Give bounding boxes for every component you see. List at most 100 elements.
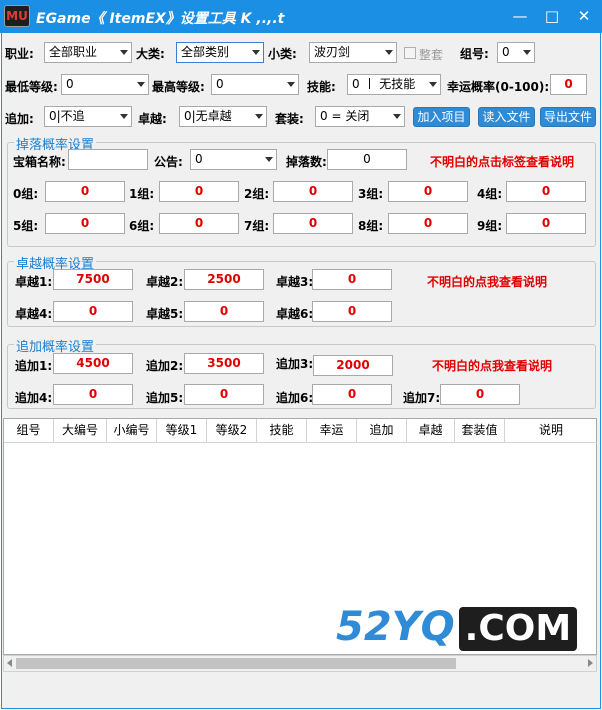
horizontal-scrollbar[interactable]	[3, 655, 597, 672]
watermark-part2: .COM	[458, 607, 578, 651]
addition-5-label[interactable]: 追加5:	[146, 389, 183, 406]
set-value: 0 = 关闭	[320, 109, 370, 123]
group-0-input[interactable]: 0	[45, 181, 125, 202]
set-label: 套装:	[275, 112, 304, 126]
set-select[interactable]: 0 = 关闭	[315, 106, 405, 127]
column-header-addition[interactable]: 追加	[357, 419, 407, 443]
close-icon[interactable]: ✕	[574, 7, 594, 25]
addition-select[interactable]: 0|不追	[44, 106, 132, 127]
group-7-label[interactable]: 7组:	[244, 217, 269, 234]
excellent-5-input[interactable]: 0	[184, 301, 264, 322]
max-level-select[interactable]: 0	[211, 74, 299, 95]
group-6-label[interactable]: 6组:	[129, 217, 154, 234]
scroll-left-arrow-icon[interactable]	[7, 659, 12, 667]
skill-select[interactable]: 0 丨 无技能	[347, 74, 441, 95]
min-level-select[interactable]: 0	[61, 74, 149, 95]
group-7-input[interactable]: 0	[273, 213, 353, 234]
excellent-help-note[interactable]: 不明白的点我查看说明	[427, 273, 547, 290]
read-file-button[interactable]: 读入文件	[478, 107, 535, 127]
excellent-3-input[interactable]: 0	[312, 269, 392, 290]
excellent-4-label[interactable]: 卓越4:	[15, 305, 52, 322]
addition-6-input[interactable]: 0	[312, 384, 392, 405]
excellent-2-label[interactable]: 卓越2:	[146, 273, 183, 290]
column-header-skill[interactable]: 技能	[257, 419, 307, 443]
addition-4-label[interactable]: 追加4:	[15, 389, 52, 406]
scroll-right-arrow-icon[interactable]	[588, 659, 593, 667]
addition-help-note[interactable]: 不明白的点我查看说明	[432, 357, 552, 374]
group-8-input[interactable]: 0	[388, 213, 468, 234]
group-2-input[interactable]: 0	[273, 181, 353, 202]
column-header-minor-id[interactable]: 小编号	[107, 419, 157, 443]
group-4-label[interactable]: 4组:	[477, 185, 502, 202]
excellent-1-input[interactable]: 7500	[53, 269, 133, 290]
column-header-luck[interactable]: 幸运	[307, 419, 357, 443]
job-select[interactable]: 全部职业	[44, 42, 132, 63]
addition-1-label[interactable]: 追加1:	[15, 357, 52, 374]
addition-6-label[interactable]: 追加6:	[276, 389, 313, 406]
column-header-major-id[interactable]: 大编号	[54, 419, 107, 443]
column-header-set-value[interactable]: 套装值	[455, 419, 505, 443]
watermark-part1: 52YQ	[336, 604, 455, 650]
addition-5-input[interactable]: 0	[184, 384, 264, 405]
chevron-down-icon	[429, 82, 437, 87]
add-item-button[interactable]: 加入项目	[413, 107, 470, 127]
notice-label[interactable]: 公告:	[154, 153, 183, 170]
group-3-input[interactable]: 0	[388, 181, 468, 202]
group-2-label[interactable]: 2组:	[244, 185, 269, 202]
addition-7-label[interactable]: 追加7:	[403, 389, 440, 406]
addition-2-input[interactable]: 3500	[184, 353, 264, 374]
group-6-input[interactable]: 0	[159, 213, 239, 234]
group-5-input[interactable]: 0	[45, 213, 125, 234]
group-number-label: 组号:	[460, 47, 489, 61]
excellent-6-label[interactable]: 卓越6:	[276, 305, 313, 322]
group-9-label[interactable]: 9组:	[477, 217, 502, 234]
window-title: EGame《 ItemEX》设置工具 K ,.,.t	[36, 11, 285, 27]
addition-1-input[interactable]: 4500	[53, 353, 133, 374]
chest-name-input[interactable]	[68, 149, 148, 170]
addition-3-input[interactable]: 2000	[313, 355, 393, 376]
excellent-select[interactable]: 0|无卓越	[179, 106, 267, 127]
luck-probability-input[interactable]: 0	[550, 74, 587, 95]
excellent-1-label[interactable]: 卓越1:	[15, 273, 52, 290]
addition-4-input[interactable]: 0	[53, 384, 133, 405]
column-header-level2[interactable]: 等级2	[207, 419, 257, 443]
group-0-label[interactable]: 0组:	[13, 185, 38, 202]
chevron-down-icon	[137, 82, 145, 87]
drop-count-label[interactable]: 掉落数:	[286, 153, 327, 170]
column-header-group-no[interactable]: 组号	[4, 419, 54, 443]
addition-2-label[interactable]: 追加2:	[146, 357, 183, 374]
column-header-description[interactable]: 说明	[505, 419, 597, 443]
addition-3-label[interactable]: 追加3:	[276, 355, 313, 372]
notice-select[interactable]: 0	[190, 149, 277, 170]
chest-name-label[interactable]: 宝箱名称:	[13, 153, 66, 170]
group-1-input[interactable]: 0	[159, 181, 239, 202]
drop-count-input[interactable]: 0	[327, 149, 407, 170]
group-3-label[interactable]: 3组:	[358, 185, 383, 202]
group-5-label[interactable]: 5组:	[13, 217, 38, 234]
category-select[interactable]: 全部类别	[176, 42, 264, 63]
subcategory-select[interactable]: 波刃剑	[309, 42, 397, 63]
excellent-4-input[interactable]: 0	[53, 301, 133, 322]
group-4-input[interactable]: 0	[506, 181, 586, 202]
maximize-icon[interactable]: □	[542, 7, 562, 25]
column-header-excellent[interactable]: 卓越	[407, 419, 455, 443]
excellent-2-input[interactable]: 2500	[184, 269, 264, 290]
group-number-select[interactable]: 0	[497, 42, 535, 63]
addition-7-input[interactable]: 0	[440, 384, 520, 405]
group-8-label[interactable]: 8组:	[358, 217, 383, 234]
column-header-level1[interactable]: 等级1	[157, 419, 207, 443]
minimize-icon[interactable]: —	[510, 7, 530, 25]
group-9-input[interactable]: 0	[506, 213, 586, 234]
export-file-button[interactable]: 导出文件	[540, 107, 596, 127]
whole-set-label: 整套	[419, 48, 444, 62]
whole-set-checkbox[interactable]	[404, 47, 416, 59]
excellent-6-input[interactable]: 0	[312, 301, 392, 322]
excellent-5-label[interactable]: 卓越5:	[146, 305, 183, 322]
drop-help-note[interactable]: 不明白的点击标签查看说明	[430, 153, 574, 170]
chevron-down-icon	[120, 114, 128, 119]
group-1-label[interactable]: 1组:	[129, 185, 154, 202]
title-bar: MU EGame《 ItemEX》设置工具 K ,.,.t — □ ✕	[0, 0, 602, 33]
scrollbar-thumb[interactable]	[16, 658, 456, 669]
chevron-down-icon	[385, 50, 393, 55]
excellent-3-label[interactable]: 卓越3:	[276, 273, 313, 290]
